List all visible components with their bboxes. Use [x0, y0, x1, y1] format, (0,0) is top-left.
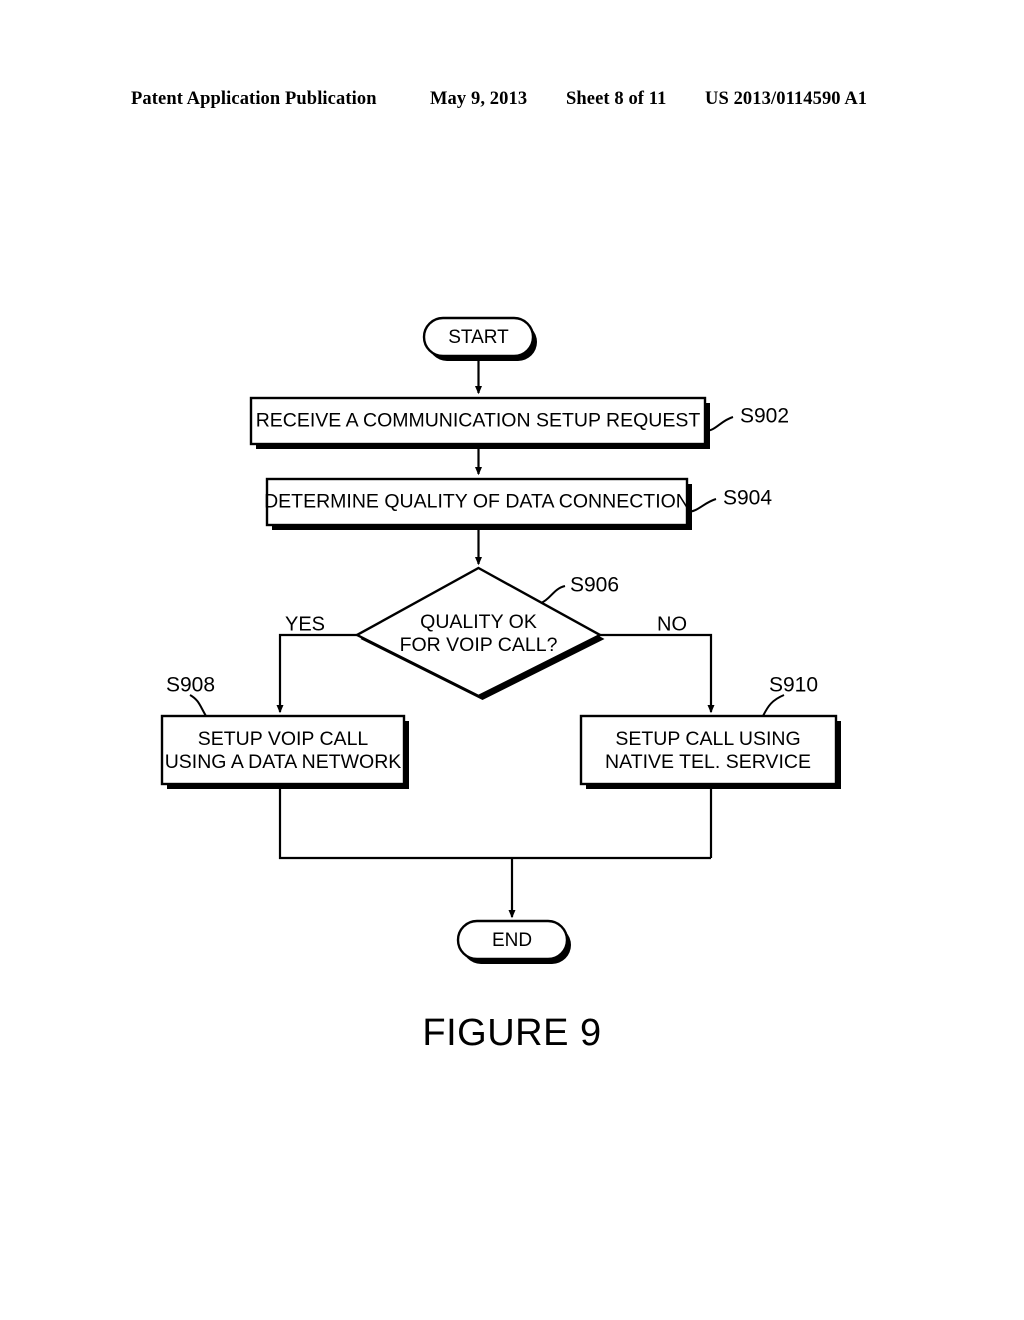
connector-s908-to-merge: [278, 784, 711, 860]
leader-line-s906: [540, 585, 566, 604]
reference-numeral-s902: S902: [740, 405, 789, 428]
flow-node-s902-label: RECEIVE A COMMUNICATION SETUP REQUEST: [256, 410, 701, 432]
connector-no-branch: [600, 633, 715, 714]
reference-numeral-s904: S904: [723, 487, 772, 510]
flow-node-s906-label-line2: FOR VOIP CALL?: [400, 634, 558, 656]
flow-node-s910: SETUP CALL USING NATIVE TEL. SERVICE: [579, 714, 841, 789]
flow-node-start: START: [422, 316, 537, 361]
flow-node-s902: RECEIVE A COMMUNICATION SETUP REQUEST: [249, 396, 710, 449]
flow-node-s906-label-line1: QUALITY OK: [420, 611, 537, 633]
branch-label-no: NO: [657, 613, 687, 635]
connector-yes-branch: [276, 633, 357, 714]
flow-node-s910-label-line2: NATIVE TEL. SERVICE: [605, 751, 811, 773]
flow-node-s904: DETERMINE QUALITY OF DATA CONNECTION: [264, 477, 692, 530]
flow-node-s906-decision: QUALITY OK FOR VOIP CALL?: [354, 566, 605, 700]
leader-line-s910: [762, 694, 785, 717]
flowchart-figure: START RECEIVE A COMMUNICATION SETUP REQU…: [160, 316, 841, 964]
flow-node-end-label: END: [492, 930, 532, 951]
flow-node-s910-label-line1: SETUP CALL USING: [615, 728, 800, 750]
reference-numeral-s906: S906: [570, 574, 619, 597]
reference-numeral-s908: S908: [166, 674, 215, 697]
flow-node-end: END: [456, 919, 571, 964]
figure-caption: FIGURE 9: [422, 1012, 602, 1054]
flow-node-start-label: START: [448, 327, 509, 348]
flow-node-s908-label-line1: SETUP VOIP CALL: [198, 728, 369, 750]
branch-label-yes: YES: [285, 613, 325, 635]
flow-node-s904-label: DETERMINE QUALITY OF DATA CONNECTION: [264, 491, 690, 513]
reference-numeral-s910: S910: [769, 674, 818, 697]
flow-node-s908-label-line2: USING A DATA NETWORK: [165, 751, 402, 773]
flow-node-s908: SETUP VOIP CALL USING A DATA NETWORK: [160, 714, 409, 789]
leader-line-s908: [189, 694, 207, 717]
